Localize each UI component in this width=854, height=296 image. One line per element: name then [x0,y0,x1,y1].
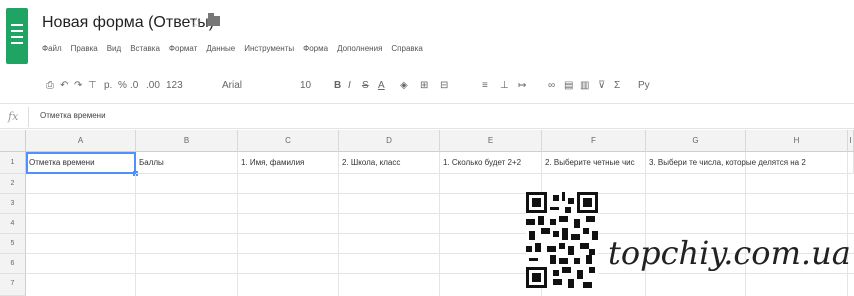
align-left-icon[interactable]: ≡ [482,80,488,91]
input-tools-button[interactable]: Ру [638,80,650,91]
menu-data[interactable]: Данные [206,44,235,60]
row-header-1[interactable]: 1 [0,152,26,174]
formula-bar: fx Отметка времени [0,105,854,129]
bold-button[interactable]: B [334,80,341,91]
print-icon[interactable]: ⎙ [46,80,54,91]
formula-divider [28,107,29,127]
column-header-b[interactable]: B [136,130,238,152]
paint-format-icon[interactable]: ⊤ [88,80,97,91]
menu-insert[interactable]: Вставка [130,44,160,60]
cell-b1[interactable]: Баллы [136,152,238,174]
qr-code-icon [526,192,598,288]
menu-tools[interactable]: Инструменты [244,44,294,60]
vertical-align-icon[interactable]: ⊥ [500,80,509,91]
link-icon[interactable]: ∞ [548,80,555,91]
merge-cells-icon[interactable]: ⊟ [440,80,448,91]
cell-e1[interactable]: 1. Сколько будет 2+2 [440,152,542,174]
currency-button[interactable]: р. [104,80,112,91]
cell-c1[interactable]: 1. Имя, фамилия [238,152,339,174]
column-header-a[interactable]: A [26,130,136,152]
text-wrap-icon[interactable]: ↦ [518,80,526,91]
document-title[interactable]: Новая форма (Ответы) [42,14,214,32]
increase-decimals-button[interactable]: .00 [146,80,160,91]
cell-a1[interactable]: Отметка времени [26,152,138,176]
cell-g1[interactable]: 3. Выбери те числа, которые делятся на 2 [646,152,806,174]
watermark-text: topchiy.com.ua [608,234,851,272]
menu-addons[interactable]: Дополнения [337,44,382,60]
cell-f1[interactable]: 2. Выберите четные чис [542,152,646,174]
comment-icon[interactable]: ▤ [564,80,573,91]
menu-help[interactable]: Справка [391,44,422,60]
row-header-4[interactable]: 4 [0,214,26,234]
formula-input[interactable]: Отметка времени [40,111,106,120]
functions-button[interactable]: Σ [614,80,620,91]
title-bar: Новая форма (Ответы) ☆ Файл Правка Вид В… [0,0,854,68]
column-header-g[interactable]: G [646,130,746,152]
toolbar: ⎙ ↶ ↷ ⊤ р. % .0 .00 123 Arial 10 B I S A… [0,68,854,104]
italic-button[interactable]: I [348,80,351,91]
text-color-button[interactable]: A [378,80,385,91]
row-header-6[interactable]: 6 [0,254,26,274]
chart-icon[interactable]: ▥ [580,80,589,91]
menu-edit[interactable]: Правка [71,44,98,60]
menu-file[interactable]: Файл [42,44,62,60]
cell-h1[interactable] [746,152,848,174]
row-header-2[interactable]: 2 [0,174,26,194]
cell-d1[interactable]: 2. Школа, класс [339,152,440,174]
column-header-h[interactable]: H [746,130,848,152]
borders-icon[interactable]: ⊞ [420,80,428,91]
number-format-dropdown[interactable]: 123 [166,80,183,91]
redo-icon[interactable]: ↷ [74,80,82,91]
fill-color-icon[interactable]: ◈ [400,80,408,91]
cell-i1[interactable] [848,152,854,174]
menu-view[interactable]: Вид [107,44,121,60]
sheets-logo-icon[interactable] [6,8,28,64]
row-header-5[interactable]: 5 [0,234,26,254]
font-size-dropdown[interactable]: 10 [300,80,311,91]
column-header-c[interactable]: C [238,130,339,152]
menu-bar: Файл Правка Вид Вставка Формат Данные Ин… [42,44,423,60]
select-all-corner[interactable] [0,130,26,152]
row-header-7[interactable]: 7 [0,274,26,296]
percent-button[interactable]: % [118,80,127,91]
fx-icon: fx [8,110,19,123]
column-header-d[interactable]: D [339,130,440,152]
undo-icon[interactable]: ↶ [60,80,68,91]
folder-icon[interactable] [208,13,220,26]
star-icon[interactable]: ☆ [190,14,203,31]
font-dropdown[interactable]: Arial [222,80,242,91]
menu-format[interactable]: Формат [169,44,197,60]
column-header-e[interactable]: E [440,130,542,152]
column-header-f[interactable]: F [542,130,646,152]
strikethrough-button[interactable]: S [362,80,369,91]
decrease-decimals-button[interactable]: .0 [130,80,138,91]
column-header-i[interactable]: I [848,130,854,152]
filter-icon[interactable]: ⊽ [598,80,605,91]
menu-form[interactable]: Форма [303,44,328,60]
row-header-3[interactable]: 3 [0,194,26,214]
